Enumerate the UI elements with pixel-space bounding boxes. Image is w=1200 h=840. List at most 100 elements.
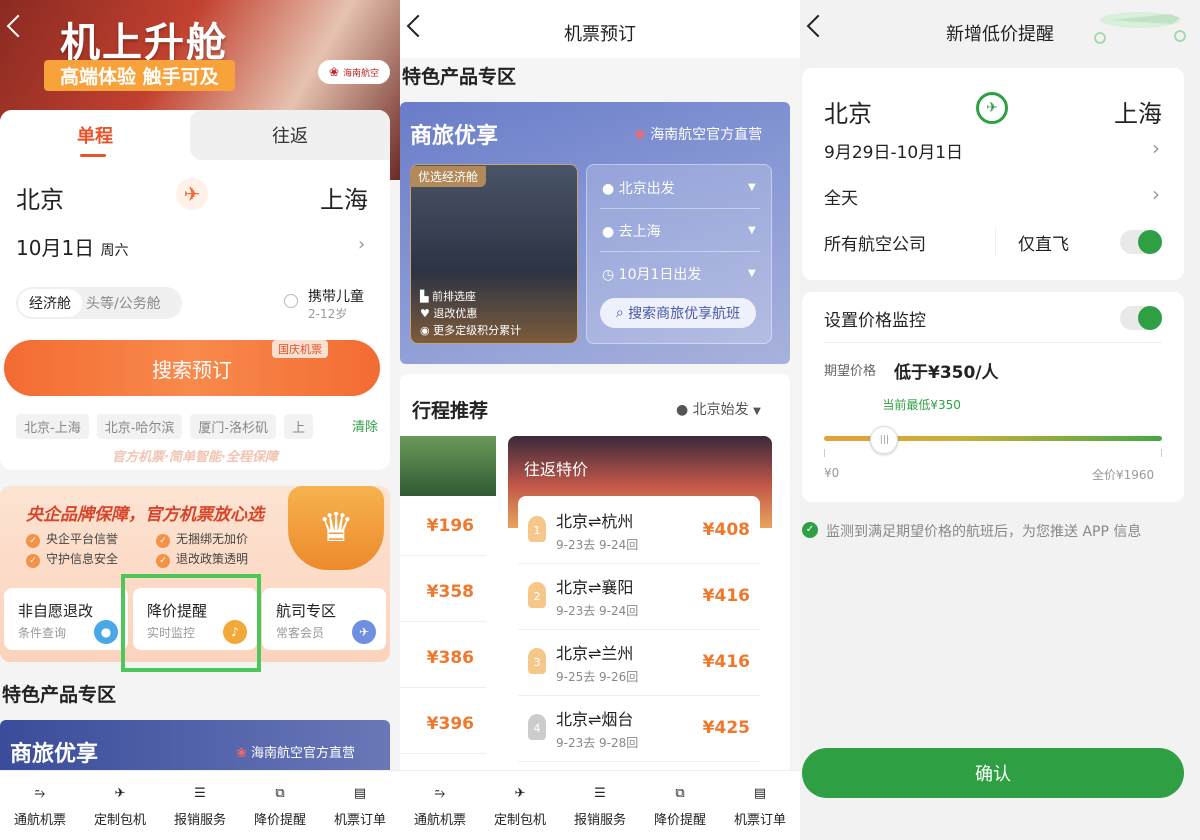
bottom-tabbar: ⥲ 通航机票 ✈ 定制包机 ☰ 报销服务 ⧉ 降价提醒 ▤ 机票订单 [400, 770, 800, 840]
section-title: 特色产品专区 [402, 66, 517, 88]
route-row[interactable]: 3 北京⇌兰州 9-25去 9-26回 ¥416 [518, 630, 760, 696]
route-row[interactable]: 1 北京⇌杭州 9-23去 9-24回 ¥408 [518, 498, 760, 564]
highlight-box [121, 574, 261, 672]
search-business-button[interactable]: ⌕ 搜索商旅优享航班 [600, 298, 756, 328]
location-pin-icon: ● [602, 224, 615, 240]
child-checkbox[interactable] [284, 294, 298, 308]
rank-badge-icon: 2 [528, 582, 546, 608]
panel-flight-home: 机上升舱 高端体验 触手可及 ❀ 海南航空 单程 往返 北京 ✈ 上海 10月1日… [0, 0, 400, 840]
section-title: 特色产品专区 [2, 684, 117, 706]
tab-charter[interactable]: ✈ 定制包机 [480, 771, 560, 840]
guarantee-item: 退改政策透明 [156, 550, 248, 568]
caret-down-icon: ▼ [748, 268, 756, 279]
tab-price-alert[interactable]: ⧉ 降价提醒 [240, 771, 320, 840]
history-chip[interactable]: 北京-哈尔滨 [96, 414, 183, 439]
confirm-button[interactable]: 确认 [802, 748, 1184, 798]
expect-label: 期望价格 [824, 364, 877, 379]
guarantee-item: 央企平台信誉 [26, 530, 118, 548]
round-trip-tag: 往返特价 [524, 460, 589, 479]
receipt-icon: ☰ [594, 785, 606, 801]
tab-flight-ticket[interactable]: ⥲ 通航机票 [400, 771, 480, 840]
airline-logo-icon: ❀ [634, 127, 646, 143]
swap-plane-icon[interactable]: ✈ [976, 92, 1008, 124]
hero-subtitle: 高端体验 触手可及 [44, 60, 235, 91]
cabin-business[interactable]: 头等/公务舱 [86, 293, 161, 313]
trip-title: 行程推荐 [412, 400, 489, 422]
service-refund[interactable]: 非自愿退改 条件查询 ● [4, 588, 128, 650]
business-banner-airline: ❀ 海南航空官方直营 [236, 746, 356, 761]
feature-item: ♥ 退改优惠 [420, 307, 478, 320]
origin-select[interactable]: ● 北京始发 ▼ [676, 399, 761, 419]
deal-price[interactable]: ¥196 [400, 498, 486, 556]
chart-icon: ⧉ [275, 785, 285, 801]
order-list-icon: ▤ [353, 785, 367, 801]
guarantee-title: 央企品牌保障，官方机票放心选 [26, 505, 264, 525]
slogan: 官方机票·简单智能·全程保障 [112, 450, 278, 465]
location-pin-icon: ● [602, 181, 615, 197]
date-range[interactable]: 9月29日-10月1日 [824, 138, 963, 163]
tab-reimburse[interactable]: ☰ 报销服务 [560, 771, 640, 840]
trophy-icon: ♛ [288, 486, 384, 570]
direct-only-label: 仅直飞 [1018, 235, 1069, 255]
history-chip[interactable]: 上 [284, 414, 314, 439]
page-title: 机票预订 [564, 24, 636, 45]
slider-tick [824, 449, 825, 457]
tab-price-alert[interactable]: ⧉ 降价提醒 [640, 771, 720, 840]
plane-ticket-icon: ⥲ [434, 785, 446, 801]
airline-select[interactable]: 所有航空公司 [824, 230, 926, 255]
heart-icon: ♥ [420, 307, 430, 320]
from-select[interactable]: ● 北京出发 [602, 178, 675, 198]
child-age: 2-12岁 [308, 307, 348, 321]
airline-logo-icon: ❀ [236, 746, 247, 761]
chevron-right-icon: › [358, 234, 366, 255]
economy-tag: 优选经济舱 [410, 166, 487, 187]
caret-down-icon: ▼ [748, 225, 756, 236]
divider [600, 251, 760, 252]
history-chip[interactable]: 厦门-洛杉矶 [190, 414, 277, 439]
cabin-economy[interactable]: 经济舱 [18, 289, 82, 317]
route-row[interactable]: 4 北京⇌烟台 9-23去 9-28回 ¥425 [518, 696, 760, 762]
caret-down-icon: ▼ [748, 182, 756, 193]
tab-orders[interactable]: ▤ 机票订单 [720, 771, 800, 840]
location-pin-icon: ● [676, 402, 689, 418]
expect-value: 低于¥350/人 [894, 363, 999, 383]
time-range[interactable]: 全天 [824, 184, 858, 209]
from-city[interactable]: 北京 [824, 94, 872, 129]
tab-charter[interactable]: ✈ 定制包机 [80, 771, 160, 840]
tab-reimburse[interactable]: ☰ 报销服务 [160, 771, 240, 840]
notice-text: 监测到满足期望价格的航班后，为您推送 APP 信息 [826, 524, 1142, 540]
route-row[interactable]: 2 北京⇌襄阳 9-23去 9-24回 ¥416 [518, 564, 760, 630]
business-banner-title: 商旅优享 [410, 124, 499, 149]
to-city[interactable]: 上海 [1114, 94, 1162, 129]
deal-price[interactable]: ¥396 [400, 696, 486, 754]
bottom-tabbar: ⥲ 通航机票 ✈ 定制包机 ☰ 报销服务 ⧉ 降价提醒 ▤ 机票订单 [0, 770, 400, 840]
airplane-icon: ✈ [114, 785, 126, 801]
slider-max-label: 全价¥1960 [1092, 468, 1155, 482]
tab-round-trip[interactable]: 往返 [190, 110, 390, 160]
deal-price[interactable]: ¥358 [400, 564, 486, 622]
check-icon: ✓ [802, 522, 818, 538]
date-selector[interactable]: 10月1日 周六 [16, 232, 129, 261]
feature-item: ▙ 前排选座 [420, 290, 476, 303]
swap-plane-icon[interactable]: ✈ [176, 178, 208, 210]
service-airline-zone[interactable]: 航司专区 常客会员 ✈ [262, 588, 386, 650]
slider-min-label: ¥0 [824, 466, 840, 480]
airline-logo-icon: ❀ [328, 65, 340, 79]
from-city[interactable]: 北京 [16, 180, 64, 215]
monitor-toggle[interactable] [1120, 306, 1162, 330]
deal-price[interactable]: ¥386 [400, 630, 486, 688]
tab-orders[interactable]: ▤ 机票订单 [320, 771, 400, 840]
page-title: 新增低价提醒 [946, 24, 1054, 45]
clear-history-button[interactable]: 清除 [350, 416, 379, 435]
direct-only-toggle[interactable] [1120, 230, 1162, 254]
to-select[interactable]: ● 去上海 [602, 221, 661, 241]
cabin-switch[interactable]: 经济舱 头等/公务舱 [16, 287, 182, 319]
history-chip[interactable]: 北京-上海 [16, 414, 89, 439]
rank-badge-icon: 4 [528, 714, 546, 740]
business-banner-airline: ❀ 海南航空官方直营 [634, 127, 763, 143]
tab-flight-ticket[interactable]: ⥲ 通航机票 [0, 771, 80, 840]
to-city[interactable]: 上海 [320, 180, 368, 215]
plane-ticket-icon: ⥲ [34, 785, 46, 801]
tab-one-way[interactable]: 单程 [0, 110, 190, 160]
date-select[interactable]: ◷ 10月1日出发 [602, 264, 701, 284]
